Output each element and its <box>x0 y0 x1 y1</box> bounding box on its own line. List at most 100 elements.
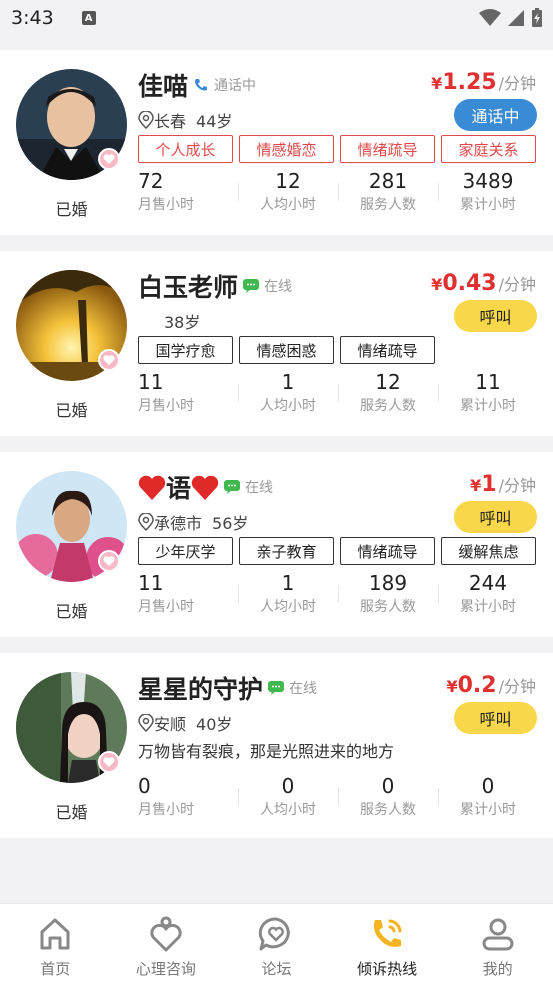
stat-label: 服务人数 <box>360 802 416 818</box>
favorite-badge-icon <box>98 751 120 773</box>
stat-value: 1 <box>281 370 295 394</box>
age-text: 40岁 <box>196 715 233 734</box>
call-button[interactable]: 呼叫 <box>454 300 537 332</box>
stat-monthly: 72 月售小时 <box>138 169 238 214</box>
stat-label: 月售小时 <box>138 398 194 414</box>
stat-label: 人均小时 <box>260 197 316 213</box>
stat-label: 服务人数 <box>360 599 416 615</box>
marital-status: 已婚 <box>55 401 88 420</box>
counselor-name: 白玉老师 <box>138 273 239 302</box>
tag-list: 个人成长 情感婚恋 情绪疏导 家庭关系 <box>138 135 536 163</box>
stat-value: 0 <box>281 774 295 798</box>
name-row: 佳喵 通话中 <box>138 67 256 103</box>
marital-status: 已婚 <box>55 803 88 822</box>
counselor-name-text: 语 <box>166 474 192 503</box>
age-text: 44岁 <box>196 112 233 131</box>
price: ¥ 0.2 /分钟 <box>446 673 536 698</box>
stat-served: 189 服务人数 <box>338 571 438 616</box>
price-unit: /分钟 <box>498 476 536 495</box>
stat-label: 月售小时 <box>138 599 194 615</box>
stat-value: 72 <box>138 169 164 193</box>
location-pin-icon <box>138 111 154 129</box>
call-button[interactable]: 呼叫 <box>454 501 537 533</box>
tag: 少年厌学 <box>138 537 233 565</box>
phone-active-icon <box>367 914 407 954</box>
tab-consult[interactable]: 心理咨询 <box>111 904 222 984</box>
location-text: 承德市 <box>154 514 203 533</box>
stat-value: 281 <box>368 169 408 193</box>
stat-label: 人均小时 <box>260 802 316 818</box>
location-pin-icon <box>138 513 154 531</box>
stats-row: 11 月售小时 1 人均小时 189 服务人数 244 累计小时 <box>138 571 538 616</box>
status-icons <box>479 8 543 28</box>
stats-row: 72 月售小时 12 人均小时 281 服务人数 3489 累计小时 <box>138 169 538 214</box>
stat-total: 244 累计小时 <box>438 571 538 616</box>
tag: 情绪疏导 <box>340 336 435 364</box>
tab-home[interactable]: 首页 <box>0 904 111 984</box>
stat-label: 累计小时 <box>460 398 516 414</box>
call-button[interactable]: 通话中 <box>454 99 537 131</box>
tag: 国学疗愈 <box>138 336 233 364</box>
stat-label: 累计小时 <box>460 599 516 615</box>
counselor-card[interactable]: 已婚 星星的守护 在线 安顺 40岁 万物皆有裂痕，那是光照进来的地方 ¥ 0.… <box>0 653 553 838</box>
signal-icon <box>508 10 524 26</box>
marital-status: 已婚 <box>55 602 88 621</box>
stats-row: 0 月售小时 0 人均小时 0 服务人数 0 累计小时 <box>138 774 538 819</box>
stat-value: 244 <box>468 571 508 595</box>
counselor-name: 语 <box>138 469 219 505</box>
stat-average: 1 人均小时 <box>238 571 338 616</box>
price-value: 1.25 <box>442 70 497 95</box>
tab-profile[interactable]: 我的 <box>442 904 553 984</box>
notification-a-icon: A <box>81 11 96 25</box>
tab-label: 心理咨询 <box>135 960 196 978</box>
stat-label: 服务人数 <box>360 398 416 414</box>
stat-served: 12 服务人数 <box>338 370 438 415</box>
name-row: 语 在线 <box>138 469 273 505</box>
age-text: 56岁 <box>212 514 249 533</box>
price-currency: ¥ <box>446 677 458 696</box>
age-text: 38岁 <box>164 313 201 332</box>
battery-icon <box>532 8 542 27</box>
price-currency: ¥ <box>431 275 443 294</box>
stat-value: 189 <box>368 571 408 595</box>
stat-value: 11 <box>138 370 164 394</box>
heart-icon <box>191 475 219 500</box>
stat-monthly: 0 月售小时 <box>138 774 238 819</box>
favorite-badge-icon <box>98 550 120 572</box>
location-row: 安顺 40岁 <box>138 711 232 735</box>
tab-forum[interactable]: 论坛 <box>221 904 332 984</box>
chat-heart-icon <box>256 914 296 954</box>
chat-icon <box>267 679 285 697</box>
stat-value: 12 <box>375 370 401 394</box>
stat-total: 11 累计小时 <box>438 370 538 415</box>
favorite-badge-icon <box>98 148 120 170</box>
stat-label: 人均小时 <box>260 599 316 615</box>
stat-label: 人均小时 <box>260 398 316 414</box>
chat-icon <box>223 478 241 496</box>
tag: 情绪疏导 <box>340 135 435 163</box>
bottom-tab-bar: 首页 心理咨询 论坛 倾诉热线 我的 <box>0 903 553 984</box>
status-time: 3:43 <box>11 7 54 29</box>
counselor-card[interactable]: 已婚 佳喵 通话中 长春 44岁 ¥ 1.25 /分钟 通话中 个人成长 情感婚… <box>0 50 553 235</box>
counselor-card[interactable]: 已婚 语 在线 承德市 56岁 ¥ 1 /分钟 呼叫 少年厌学 亲子教育 情绪疏… <box>0 452 553 637</box>
tab-hotline[interactable]: 倾诉热线 <box>332 904 443 984</box>
location-row: 承德市 56岁 <box>138 510 248 534</box>
tab-label: 倾诉热线 <box>357 960 418 978</box>
tag: 个人成长 <box>138 135 233 163</box>
price-value: 0.2 <box>457 673 497 698</box>
stat-monthly: 11 月售小时 <box>138 370 238 415</box>
counselor-card[interactable]: 已婚 白玉老师 在线 38岁 ¥ 0.43 /分钟 呼叫 国学疗愈 情感困惑 情… <box>0 251 553 436</box>
tag: 亲子教育 <box>239 537 334 565</box>
call-button[interactable]: 呼叫 <box>454 702 537 734</box>
tag-list: 少年厌学 亲子教育 情绪疏导 缓解焦虑 <box>138 537 536 565</box>
stat-label: 月售小时 <box>138 197 194 213</box>
heart-icon <box>138 475 166 500</box>
tab-label: 论坛 <box>261 960 292 978</box>
tag: 情感婚恋 <box>239 135 334 163</box>
price-currency: ¥ <box>431 74 443 93</box>
tab-label: 首页 <box>40 960 71 978</box>
price: ¥ 1.25 /分钟 <box>431 70 536 95</box>
name-row: 星星的守护 在线 <box>138 670 317 706</box>
stat-served: 0 服务人数 <box>338 774 438 819</box>
stat-served: 281 服务人数 <box>338 169 438 214</box>
